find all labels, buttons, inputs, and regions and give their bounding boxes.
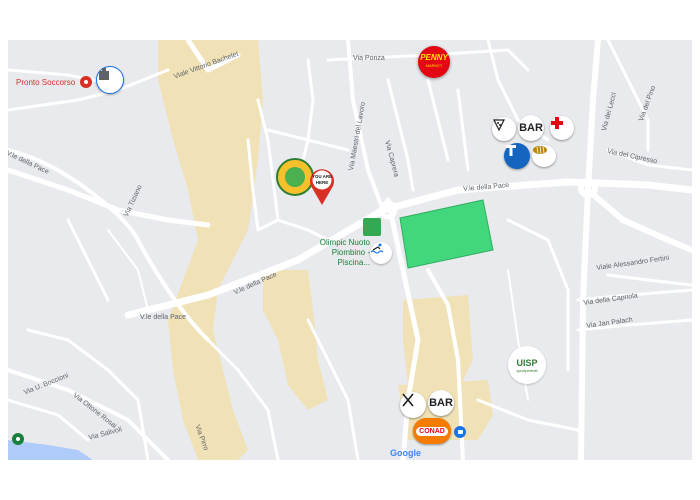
road-via-dei-lecci [578,40,601,460]
street-label-viale-della-pace-bottom: V.le della Pace [140,314,187,321]
uisp-logo[interactable]: UISP sportpertutti [508,346,546,384]
olimpic-nuoto-label: Olimpic Nuoto Piombino - Piscina... [308,238,370,268]
shopping-pin-icon[interactable] [454,426,466,438]
road-viale-della-pace-west [8,167,211,228]
street-label-via-ponza: Via Ponza [353,55,385,62]
uisp-sub: sportpertutti [516,367,538,373]
hospital-pin-icon[interactable] [80,76,92,88]
road-via-tiziano [66,218,110,302]
penny-market-logo[interactable]: PENNY MARKET [418,46,450,78]
road-fertini [606,273,692,287]
pizza-icon[interactable] [492,117,516,141]
road-north-4 [456,88,470,172]
olimpic-nuoto-line1: Olimpic Nuoto [319,238,370,247]
pharmacy-cross-icon[interactable] [550,116,574,140]
uisp-label: UISP [516,357,538,368]
penny-sub: MARKET [425,63,443,68]
park-pin-icon[interactable] [12,433,24,445]
map-canvas[interactable]: Viale Vittorio Bachelet Via Ponza V.le d… [8,40,692,460]
you-are-here-marker[interactable]: YOU ARE HERE [308,166,336,206]
restaurant-fork-knife-icon[interactable] [400,392,426,418]
gym-building-icon[interactable] [363,218,381,236]
bakery-bread-icon[interactable] [532,145,556,167]
google-logo-text: Google [390,448,421,458]
park-area-main [158,40,263,460]
hospital-building-icon[interactable] [96,66,124,94]
road-east-ramp [585,187,692,253]
penny-label: PENNY [420,53,448,62]
road-maestri-del-lavoro [346,40,385,212]
google-watermark: Google [390,448,421,458]
you-are-here-line2: HERE [315,180,329,185]
conad-label: CONAD [416,426,448,436]
tobacco-shop-icon[interactable] [504,143,530,169]
road-west-inner [107,229,149,311]
bar-top-badge[interactable]: BAR [518,115,544,141]
pronto-soccorso-label: Pronto Soccorso [16,78,76,87]
swimming-pool-icon[interactable] [370,242,392,264]
road-north-3 [426,78,450,162]
road-residential [256,218,330,242]
sports-field [399,199,494,269]
olimpic-nuoto-line2: Piombino - Piscina... [331,248,370,267]
road-via-mantegna [256,98,280,222]
bar-bottom-badge[interactable]: BAR [428,390,454,416]
conad-logo[interactable]: CONAD [413,418,451,444]
